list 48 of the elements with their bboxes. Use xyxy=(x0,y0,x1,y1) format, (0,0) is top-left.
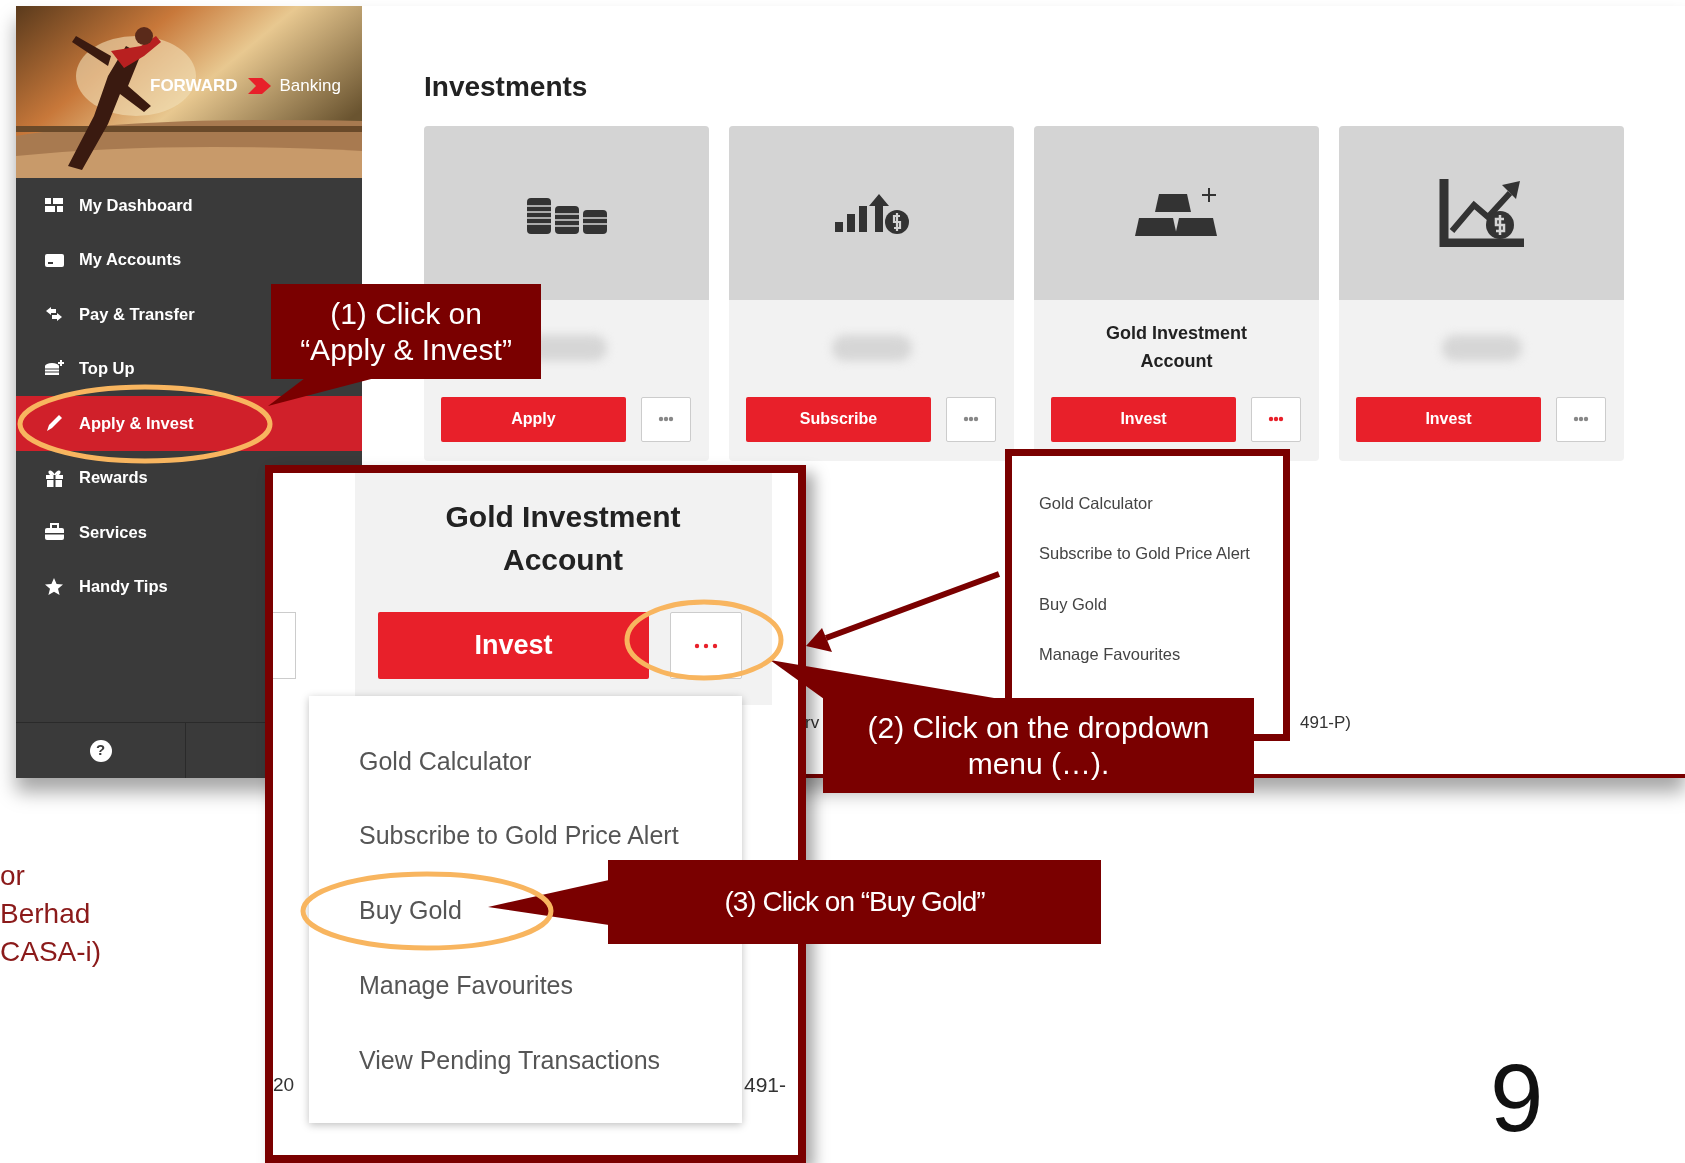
ingots-icon xyxy=(1134,187,1219,238)
more-button[interactable] xyxy=(273,612,296,679)
action-button[interactable]: Invest xyxy=(1356,396,1541,442)
footer-text: rv xyxy=(805,712,820,734)
more-icon xyxy=(694,642,718,649)
menu-item[interactable]: Buy Gold xyxy=(1012,579,1283,630)
menu-item[interactable]: Gold Calculator xyxy=(309,724,742,799)
brand-name: FORWARD xyxy=(150,75,238,97)
menu-item[interactable]: View Pending Transactions xyxy=(309,1023,742,1098)
sidebar-item[interactable]: My Dashboard xyxy=(16,178,362,233)
page-title: Investments xyxy=(424,70,589,104)
footer-text: 491-P) xyxy=(1300,712,1352,734)
more-icon xyxy=(1268,416,1284,423)
more-icon xyxy=(658,416,674,423)
investment-chart-icon xyxy=(1437,178,1526,247)
footer-text: 20 xyxy=(273,1073,295,1097)
action-button[interactable]: Subscribe xyxy=(746,396,931,442)
more-icon xyxy=(1573,416,1589,423)
card-title: Gold Investment Account xyxy=(1105,322,1248,374)
sidebar-item[interactable]: Apply & Invest xyxy=(16,396,362,451)
more-button[interactable] xyxy=(1251,396,1301,442)
star-icon xyxy=(44,576,65,597)
side-text: or xyxy=(0,862,25,890)
menu-item[interactable]: Manage Favourites xyxy=(309,948,742,1024)
action-button[interactable]: Apply xyxy=(441,396,626,442)
more-icon xyxy=(963,416,979,423)
action-button[interactable]: Invest xyxy=(378,612,649,679)
briefcase-icon xyxy=(44,522,65,543)
more-button[interactable] xyxy=(946,396,996,442)
action-button[interactable]: Invest xyxy=(1051,396,1236,442)
sidebar-item[interactable]: Handy Tips xyxy=(16,559,362,614)
menu-item[interactable]: Subscribe to Gold Price Alert xyxy=(1012,528,1283,579)
sidebar-item[interactable]: My Accounts xyxy=(16,232,362,287)
menu-item[interactable]: Manage Favourites xyxy=(1012,629,1283,680)
side-text: Berhad xyxy=(0,900,91,928)
brand-name: Banking xyxy=(279,75,341,97)
more-button[interactable] xyxy=(670,612,742,679)
more-button[interactable] xyxy=(1556,396,1606,442)
footer-text: 491- xyxy=(744,1072,787,1098)
more-button[interactable] xyxy=(641,396,691,442)
pencil-icon xyxy=(44,413,65,434)
sidebar-item[interactable]: Services xyxy=(16,505,362,560)
card-title: Gold Investment Account xyxy=(444,499,682,578)
side-text: CASA-i) xyxy=(0,938,102,966)
help-button[interactable]: ? xyxy=(89,739,112,762)
sidebar-item[interactable]: Rewards xyxy=(16,450,362,505)
page-number: 9 xyxy=(1490,1050,1544,1146)
menu-item[interactable]: Gold Calculator xyxy=(1012,478,1283,529)
